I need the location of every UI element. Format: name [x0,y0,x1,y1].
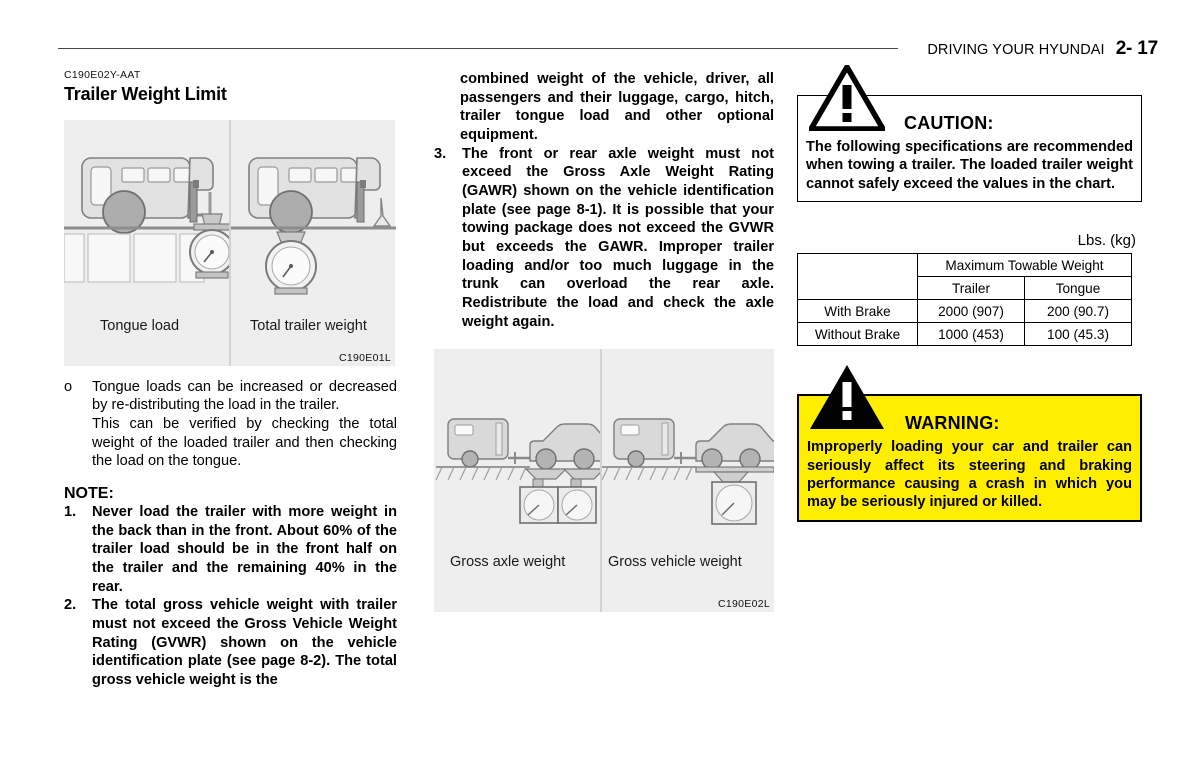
figure-reference-code: C190E01L [338,351,391,364]
gross-axle-weight-illustration [435,418,600,525]
gross-vehicle-weight-illustration [602,418,774,526]
warning-triangle-outline-icon [809,65,885,131]
figure-trailer-weight: Tongue load Total trailer weight C190E01… [64,119,396,366]
cell-without-brake-trailer: 1000 (453) [917,322,1025,347]
caution-title: CAUTION: [904,113,994,133]
header-divider-rule [58,48,898,49]
total-trailer-weight-illustration [231,156,396,295]
figure-caption-gross-vehicle-weight: Gross vehicle weight [608,554,742,571]
section-code: C190E02Y-AAT [64,69,141,81]
bullet-marker: o [64,378,73,395]
document-page: DRIVING YOUR HYUNDAI 2- 17 C190E02Y-AAT … [0,0,1200,764]
note-3-marker: 3. [434,145,447,162]
table-header-row-1: Maximum Towable Weight [797,253,1132,301]
warning-triangle-solid-icon [810,365,884,430]
tongue-load-illustration [64,156,229,283]
note-1-marker: 1. [64,503,77,520]
caution-panel: CAUTION: The following specifications ar… [797,65,1142,203]
left-column: C190E02Y-AAT Trailer Weight Limit Tongue… [64,69,397,690]
cell-with-brake-trailer: 2000 (907) [917,299,1025,324]
note-1-text: Never load the trailer with more weight … [92,503,397,595]
table-corner-cell [797,253,918,301]
table-group-header: Maximum Towable Weight [917,253,1132,278]
figure-caption-gross-axle-weight: Gross axle weight [450,554,566,571]
note-item-1: 1. Never load the trailer with more weig… [64,503,397,596]
right-column: CAUTION: The following specifications ar… [797,65,1142,522]
note-2-text: The total gross vehicle weight with trai… [92,597,397,688]
note-item-3: 3. The front or rear axle weight must no… [434,145,774,332]
warning-title: WARNING: [905,413,1000,434]
table-units-label: Lbs. (kg) [1077,232,1136,250]
row-label-without-brake: Without Brake [797,322,918,347]
figure-reference-code: C190E02L [717,598,770,611]
note-heading: NOTE: [64,484,114,502]
page-header: DRIVING YOUR HYUNDAI 2- 17 [927,38,1158,60]
continuation-paragraph: combined weight of the vehicle, driver, … [460,71,774,144]
warning-text: Improperly loading your car and trailer … [807,439,1132,511]
figure-gross-weights: Gross axle weight Gross vehicle weight C… [434,349,774,613]
caution-text: The following specifications are recomme… [806,139,1133,192]
table-row: Without Brake 1000 (453) 100 (45.3) [797,322,1132,347]
figure-caption-tongue-load: Tongue load [100,317,180,334]
bullet-paragraph-1: Tongue loads can be increased or decreas… [92,378,397,414]
table-subheader-tongue: Tongue [1024,276,1132,301]
cell-without-brake-tongue: 100 (45.3) [1024,322,1132,347]
figure-caption-total-trailer-weight: Total trailer weight [250,317,367,334]
middle-column: combined weight of the vehicle, driver, … [434,70,774,613]
towable-weight-table: Maximum Towable Weight Trailer Tongue Wi… [797,253,1132,347]
bullet-paragraph-2: This can be verified by checking the tot… [92,415,397,470]
note-item-2: 2. The total gross vehicle weight with t… [64,596,397,689]
page-number: 2- 17 [1115,38,1159,59]
note-3-text: The front or rear axle weight must not e… [462,145,774,330]
header-title: DRIVING YOUR HYUNDAI [927,42,1105,58]
table-row: With Brake 2000 (907) 200 (90.7) [797,299,1132,324]
row-label-with-brake: With Brake [797,299,918,324]
cell-with-brake-tongue: 200 (90.7) [1024,299,1132,324]
section-title: Trailer Weight Limit [64,83,227,104]
table-subheader-trailer: Trailer [917,276,1025,301]
warning-panel: WARNING: Improperly loading your car and… [797,365,1142,522]
note-2-marker: 2. [64,597,77,614]
bullet-tongue-loads: o Tongue loads can be increased or decre… [64,378,397,415]
